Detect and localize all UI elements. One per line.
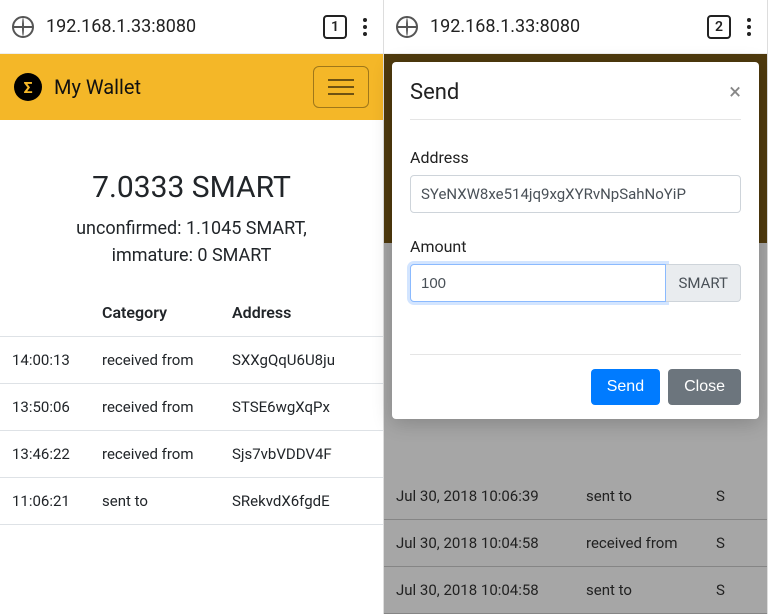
tx-time: 13:50:06 xyxy=(12,398,102,416)
url-text[interactable]: 192.168.1.33:8080 xyxy=(430,16,695,37)
right-pane: 192.168.1.33:8080 2 Jul 30, 2018 10:06:3… xyxy=(384,0,768,614)
address-label: Address xyxy=(410,148,741,167)
tab-count[interactable]: 1 xyxy=(323,15,347,39)
url-text[interactable]: 192.168.1.33:8080 xyxy=(46,16,311,37)
wallet-logo-icon: Σ xyxy=(14,73,42,101)
table-row[interactable]: 11:06:21 sent to SRekvdX6fgdE xyxy=(0,478,383,525)
address-input[interactable]: SYeNXW8xe514jq9xgXYRvNpSahNoYiP xyxy=(410,175,741,213)
tx-category: received from xyxy=(102,445,232,463)
table-row[interactable]: 14:00:13 received from SXXgQqU6U8ju xyxy=(0,337,383,384)
col-header-address: Address xyxy=(232,303,371,322)
amount-input[interactable] xyxy=(410,264,666,302)
balance-main: 7.0333 SMART xyxy=(10,170,373,205)
tx-address: SXXgQqU6U8ju xyxy=(232,351,371,369)
wallet-body: 7.0333 SMART unconfirmed: 1.1045 SMART, … xyxy=(0,120,383,614)
close-icon[interactable]: × xyxy=(729,80,741,105)
tx-time: 11:06:21 xyxy=(12,492,102,510)
hamburger-menu-button[interactable] xyxy=(313,66,369,108)
tx-category: received from xyxy=(102,351,232,369)
tx-time: 13:46:22 xyxy=(12,445,102,463)
kebab-menu-icon[interactable] xyxy=(743,14,755,40)
table-row[interactable]: 13:50:06 received from STSE6wgXqPx xyxy=(0,384,383,431)
tx-address: Sjs7vbVDDV4F xyxy=(232,445,371,463)
tx-time: 14:00:13 xyxy=(12,351,102,369)
modal-overlay[interactable]: Send × Address SYeNXW8xe514jq9xgXYRvNpSa… xyxy=(384,54,767,614)
app-header: Σ My Wallet xyxy=(0,54,383,120)
tx-category: sent to xyxy=(102,492,232,510)
app-title: My Wallet xyxy=(54,75,301,99)
amount-unit: SMART xyxy=(666,264,741,302)
col-header-category: Category xyxy=(102,303,232,322)
balance-immature: immature: 0 SMART xyxy=(10,242,373,269)
close-button[interactable]: Close xyxy=(668,369,741,405)
balance-block: 7.0333 SMART unconfirmed: 1.1045 SMART, … xyxy=(0,120,383,289)
kebab-menu-icon[interactable] xyxy=(359,14,371,40)
tx-address: STSE6wgXqPx xyxy=(232,398,371,416)
amount-label: Amount xyxy=(410,237,741,256)
tx-category: received from xyxy=(102,398,232,416)
browser-chrome: 192.168.1.33:8080 1 xyxy=(0,0,383,54)
modal-title: Send xyxy=(410,80,459,105)
browser-chrome: 192.168.1.33:8080 2 xyxy=(384,0,767,54)
send-modal: Send × Address SYeNXW8xe514jq9xgXYRvNpSa… xyxy=(392,62,759,419)
tx-address: SRekvdX6fgdE xyxy=(232,492,371,510)
tx-header-row: Category Address xyxy=(0,289,383,337)
table-row[interactable]: 13:46:22 received from Sjs7vbVDDV4F xyxy=(0,431,383,478)
globe-icon xyxy=(12,16,34,38)
globe-icon xyxy=(396,16,418,38)
send-button[interactable]: Send xyxy=(591,369,660,405)
left-pane: 192.168.1.33:8080 1 Σ My Wallet 7.0333 S… xyxy=(0,0,384,614)
tab-count[interactable]: 2 xyxy=(707,15,731,39)
balance-unconfirmed: unconfirmed: 1.1045 SMART, xyxy=(10,215,373,242)
